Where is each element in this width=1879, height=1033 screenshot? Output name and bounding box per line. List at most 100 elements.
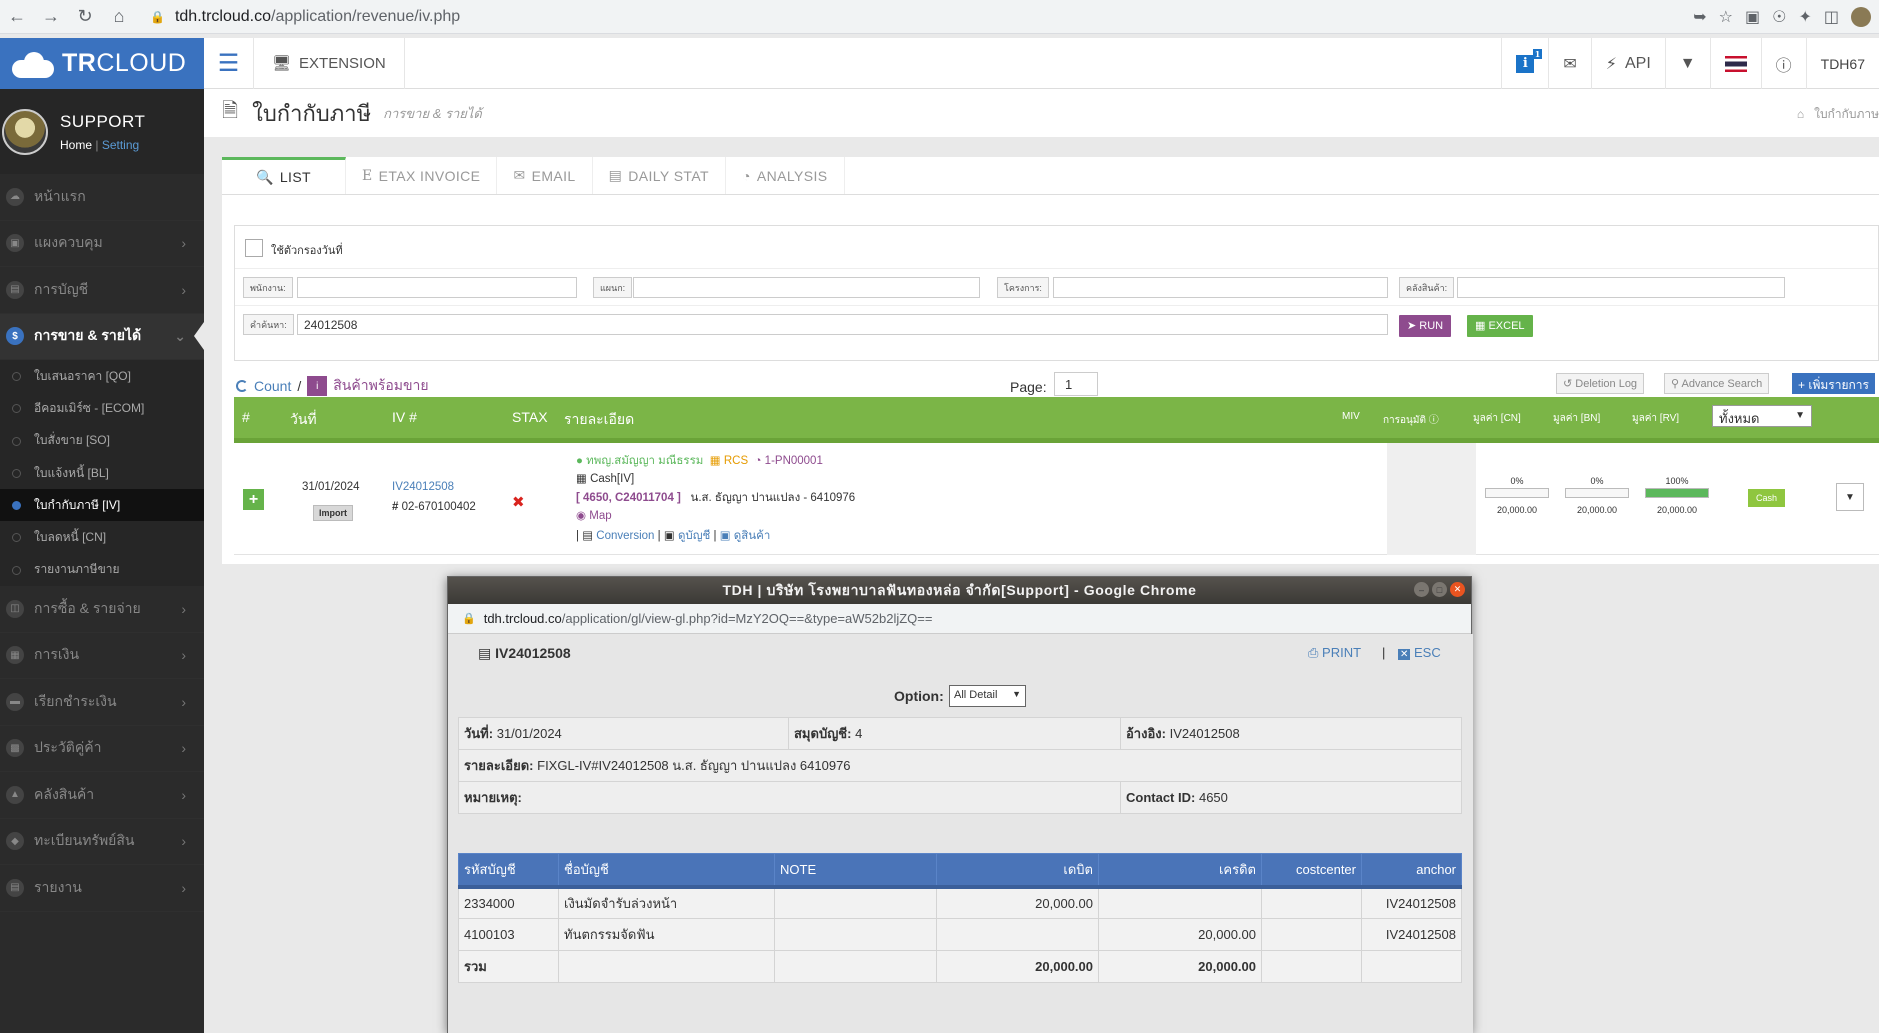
sidebar-item-dashboard[interactable]: ▣ แผงควบคุม › xyxy=(0,221,204,267)
sidebar-item-finance[interactable]: ▦ การเงิน › xyxy=(0,633,204,680)
expand-row-button[interactable]: + xyxy=(243,489,264,510)
count-link[interactable]: Count xyxy=(254,378,291,394)
project-input[interactable] xyxy=(1053,277,1388,298)
shield-icon[interactable]: ☉ xyxy=(1772,7,1786,27)
avatar[interactable] xyxy=(2,108,48,155)
rv-percent: 100% xyxy=(1665,476,1689,486)
reload-icon[interactable]: ↻ xyxy=(68,0,102,34)
row-contact[interactable]: ทพญ.สมัญญา มณีธรรม xyxy=(586,455,703,467)
sidebar-item-purchase[interactable]: ◫ การซื้อ & รายจ่าย › xyxy=(0,586,204,633)
col-date[interactable]: วันที่ xyxy=(290,409,317,431)
table-row: 2334000 เงินมัดจำรับล่วงหน้า 20,000.00 I… xyxy=(458,886,1462,919)
chevron-right-icon: › xyxy=(181,740,186,757)
option-select[interactable]: All Detail ▼ xyxy=(949,685,1026,707)
submenu-quotation[interactable]: ใบเสนอราคา [QO] xyxy=(0,360,204,393)
tab-daily-stat[interactable]: ▤ DAILY STAT xyxy=(593,157,726,194)
row-iv-link[interactable]: IV24012508 xyxy=(392,481,454,493)
setting-link[interactable]: Setting xyxy=(102,138,139,152)
close-window-icon[interactable]: ✕ xyxy=(1450,582,1465,597)
report-icon: ▤ xyxy=(6,878,24,897)
submenu-sales-tax-report[interactable]: รายงานภาษีขาย xyxy=(0,553,204,587)
user-menu[interactable]: TDH67 xyxy=(1805,38,1879,89)
status-badge[interactable]: Cash xyxy=(1748,489,1786,507)
mail-button[interactable]: ✉ xyxy=(1548,38,1590,89)
menu-toggle-icon[interactable]: ☰ xyxy=(204,37,254,89)
puzzle-icon[interactable]: ✦ xyxy=(1798,7,1811,27)
language-button[interactable] xyxy=(1709,38,1761,89)
submenu-sales-order[interactable]: ใบสั่งขาย [SO] xyxy=(0,424,204,457)
maximize-icon[interactable]: □ xyxy=(1432,582,1447,597)
advance-search-button[interactable]: ⚲ Advance Search xyxy=(1664,373,1770,394)
department-input[interactable] xyxy=(633,277,980,298)
app-logo[interactable]: TRCLOUD xyxy=(0,38,204,89)
row-rcs[interactable]: RCS xyxy=(724,455,748,467)
add-item-button[interactable]: + เพิ่มรายการ xyxy=(1792,373,1875,394)
info-button[interactable]: i1 xyxy=(1501,38,1548,89)
sidebar-item-reports[interactable]: ▤ รายงาน › xyxy=(0,865,204,912)
share-icon[interactable]: ➥ xyxy=(1693,7,1706,27)
deletion-log-button[interactable]: ↺ Deletion Log xyxy=(1556,373,1645,394)
row-project[interactable]: 1-PN00001 xyxy=(765,455,823,467)
home-link[interactable]: Home xyxy=(60,138,92,152)
stock-link[interactable]: สินค้าพร้อมขาย xyxy=(333,375,428,397)
submenu-credit-note[interactable]: ใบลดหนี้ [CN] xyxy=(0,521,204,554)
excel-button[interactable]: ▦ EXCEL xyxy=(1467,315,1533,337)
home-icon[interactable]: ⌂ xyxy=(102,0,136,34)
address-bar[interactable]: tdh.trcloud.co/application/revenue/iv.ph… xyxy=(175,8,460,26)
esc-label: ESC xyxy=(1414,645,1441,660)
view-gl-link[interactable]: ดูบัญชี xyxy=(678,530,710,542)
view-product-link[interactable]: ดูสินค้า xyxy=(734,530,771,542)
sidebar-item-billing[interactable]: ▬ เรียกชำระเงิน › xyxy=(0,679,204,726)
submenu-tax-invoice[interactable]: ใบกำกับภาษี [IV] xyxy=(0,489,204,522)
search-icon: ⚲ xyxy=(1671,378,1680,390)
warehouse-icon: ▲ xyxy=(6,785,24,804)
popup-address-bar[interactable]: 🔒 tdh.trcloud.co/application/gl/view-gl.… xyxy=(448,604,1471,634)
print-button[interactable]: ⎙ PRINT xyxy=(1308,645,1361,661)
sidebar-item-accounting[interactable]: ▤ การบัญชี › xyxy=(0,267,204,314)
run-button[interactable]: ➤ RUN xyxy=(1399,315,1452,337)
advance-search-label: Advance Search xyxy=(1681,378,1763,390)
sidebar-item-partners[interactable]: ▩ ประวัติคู่ค้า › xyxy=(0,726,204,773)
sidepanel-icon[interactable]: ◫ xyxy=(1824,7,1839,27)
row-action-dropdown[interactable]: ▼ xyxy=(1836,483,1864,511)
submenu-billing[interactable]: ใบแจ้งหนี้ [BL] xyxy=(0,456,204,490)
submenu-ecom[interactable]: อีคอมเมิร์ซ - [ECOM] xyxy=(0,392,204,425)
back-icon[interactable]: ← xyxy=(0,0,34,34)
warehouse-input[interactable] xyxy=(1457,277,1785,298)
col-stax: STAX xyxy=(512,409,548,425)
close-icon[interactable]: ✖ xyxy=(512,493,525,511)
extension-button[interactable]: 🖥 EXTENSION xyxy=(254,37,405,89)
gl-cell: 2334000 xyxy=(458,886,559,919)
breadcrumb-current[interactable]: ใบกำกับภาษ xyxy=(1814,107,1879,121)
esc-button[interactable]: ✕ ESC xyxy=(1398,645,1441,660)
dropdown-button[interactable]: ▼ xyxy=(1664,38,1710,89)
search-input[interactable]: 24012508 xyxy=(297,314,1388,335)
profile-avatar[interactable] xyxy=(1851,7,1871,27)
sidebar-item-warehouse[interactable]: ▲ คลังสินค้า › xyxy=(0,772,204,819)
extension-icon[interactable]: ▣ xyxy=(1745,7,1760,27)
sidebar-item-home[interactable]: ☁ หน้าแรก xyxy=(0,174,204,221)
gl-cell xyxy=(1261,950,1362,983)
conversion-link[interactable]: Conversion xyxy=(596,530,654,542)
tab-etax-invoice[interactable]: E ETAX INVOICE xyxy=(346,157,498,194)
tab-email[interactable]: ✉ EMAIL xyxy=(497,157,593,194)
tab-analysis[interactable]: ◔ ANALYSIS xyxy=(726,157,845,194)
home-icon[interactable]: ⌂ xyxy=(1797,107,1804,121)
minimize-icon[interactable]: – xyxy=(1414,582,1429,597)
bookmark-star-icon[interactable]: ☆ xyxy=(1719,7,1733,27)
api-button[interactable]: ⚡ API xyxy=(1590,38,1665,89)
row-map-link[interactable]: Map xyxy=(589,510,611,522)
popup-titlebar[interactable]: TDH | บริษัท โรงพยาบาลฟันทองหล่อ จำกัด[S… xyxy=(448,577,1471,604)
row-refs[interactable]: [ 4650, C24011704 ] xyxy=(576,492,681,504)
cloud-logo-icon xyxy=(10,50,56,78)
col-iv[interactable]: IV # xyxy=(392,409,417,425)
employee-input[interactable] xyxy=(297,277,577,298)
page-input[interactable]: 1 xyxy=(1054,372,1098,396)
date-filter-checkbox[interactable] xyxy=(245,239,263,257)
sidebar-item-sales[interactable]: $ การขาย & รายได้ ⌄ xyxy=(0,313,204,360)
status-filter-select[interactable]: ทั้งหมด ▼ xyxy=(1712,405,1812,427)
forward-icon[interactable]: → xyxy=(34,0,68,34)
help-button[interactable]: ⓘ xyxy=(1760,38,1806,89)
tab-list[interactable]: 🔍 LIST xyxy=(222,157,347,194)
sidebar-item-assets[interactable]: ◆ ทะเบียนทรัพย์สิน › xyxy=(0,819,204,866)
